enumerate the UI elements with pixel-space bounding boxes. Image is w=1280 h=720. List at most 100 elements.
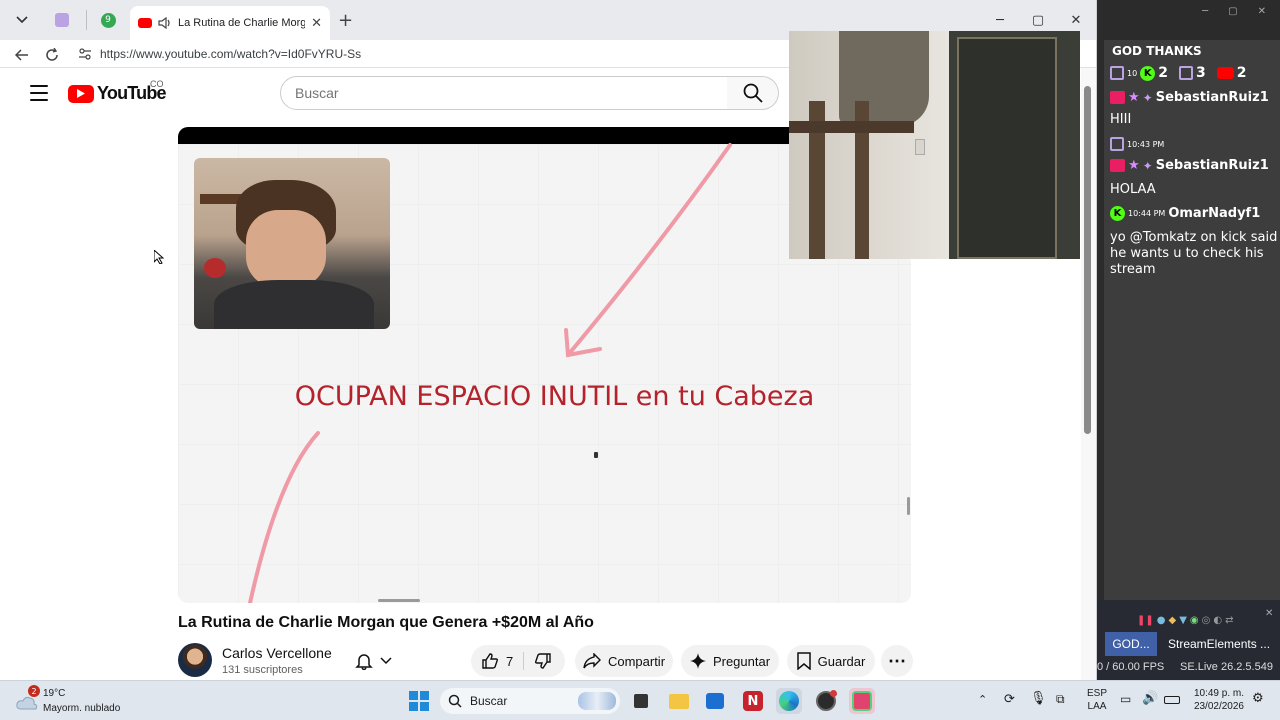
ask-button[interactable]: Preguntar bbox=[681, 645, 779, 677]
channel-name[interactable]: Carlos Vercellone bbox=[222, 645, 332, 661]
obs-source-tab[interactable]: StreamElements ... bbox=[1162, 632, 1280, 656]
facecam-video bbox=[194, 158, 390, 329]
streamelements-app[interactable] bbox=[849, 688, 875, 714]
sparkle-badge-icon: ✦ bbox=[1142, 90, 1153, 105]
reload-button[interactable] bbox=[41, 44, 63, 66]
language-top: ESP bbox=[1087, 688, 1108, 699]
video-scrubber[interactable] bbox=[378, 599, 420, 602]
app-red-n[interactable]: N bbox=[740, 688, 766, 714]
file-explorer-app[interactable] bbox=[666, 688, 692, 714]
twitch-icon bbox=[1110, 66, 1124, 80]
taskbar: 2 19°C Mayorm. nublado Buscar N ⌃ ⟳ 🎙 ⧉ … bbox=[0, 680, 1280, 720]
maximize-button[interactable]: ▢ bbox=[1020, 8, 1056, 32]
youtube-count: 2 bbox=[1236, 65, 1247, 81]
twitch-icon bbox=[1110, 137, 1124, 151]
twitch-count: 3 bbox=[1195, 65, 1206, 81]
save-button[interactable]: Guardar bbox=[787, 645, 875, 677]
search-highlight-icon bbox=[578, 692, 616, 710]
kick-count: 2 bbox=[1158, 65, 1168, 81]
star-badge-icon: ★ bbox=[1128, 90, 1140, 105]
edge-icon bbox=[779, 691, 799, 711]
speaker-icon[interactable] bbox=[158, 17, 172, 29]
app-icon bbox=[55, 13, 69, 27]
close-window-button[interactable]: ✕ bbox=[1058, 8, 1094, 32]
obs-close-button[interactable]: ✕ bbox=[1258, 6, 1266, 17]
thumbs-down-icon bbox=[535, 653, 551, 669]
toolbar-icon[interactable]: ◉ bbox=[1190, 615, 1199, 626]
obs-app[interactable] bbox=[813, 688, 839, 714]
back-button[interactable] bbox=[11, 44, 33, 66]
notifications-icon[interactable]: ⚙ bbox=[1252, 691, 1264, 706]
store-app[interactable] bbox=[702, 688, 728, 714]
obs-scene-tab[interactable]: GOD... bbox=[1105, 632, 1157, 656]
close-tab-icon[interactable]: ✕ bbox=[311, 16, 322, 31]
obs-maximize-button[interactable]: ▢ bbox=[1228, 6, 1237, 17]
task-view-app[interactable] bbox=[628, 688, 654, 714]
notifications-button[interactable] bbox=[346, 645, 400, 677]
taskbar-search-label: Buscar bbox=[470, 694, 508, 708]
platform-counts: 10 K 2 3 2 bbox=[1110, 65, 1246, 81]
face bbox=[246, 210, 326, 288]
video-side-handle[interactable] bbox=[907, 497, 910, 515]
search-input[interactable] bbox=[295, 85, 727, 101]
chevron-up-icon[interactable]: ⌃ bbox=[978, 693, 987, 706]
mouse-cursor bbox=[153, 248, 165, 268]
toolbar-icon[interactable]: ◆ bbox=[1169, 615, 1177, 626]
pinned-tab-2[interactable]: 9 bbox=[92, 8, 124, 32]
more-actions-icon[interactable]: ⋯ bbox=[881, 645, 913, 677]
toolbar-icon[interactable]: ● bbox=[1157, 615, 1166, 626]
like-button[interactable]: 7 bbox=[481, 652, 525, 670]
clock-time: 10:49 p. m. bbox=[1193, 688, 1244, 699]
display-icon[interactable]: ⧉ bbox=[1056, 692, 1065, 707]
toolbar-icon[interactable]: ▼ bbox=[1179, 615, 1187, 626]
chat-timestamp: 10:43 PM bbox=[1127, 139, 1165, 149]
streamelements-icon bbox=[852, 691, 872, 711]
red-app-icon: N bbox=[743, 691, 763, 711]
chevron-down-icon bbox=[16, 16, 28, 24]
minimize-button[interactable]: ─ bbox=[982, 8, 1018, 32]
taskbar-search[interactable]: Buscar bbox=[440, 688, 620, 714]
chevron-down-icon bbox=[379, 657, 392, 665]
search-button[interactable] bbox=[727, 76, 779, 110]
hanging-cloth bbox=[839, 31, 929, 126]
chat-message-header: ★ ✦ SebastianRuiz1 bbox=[1110, 90, 1269, 105]
door bbox=[957, 37, 1057, 259]
toolbar-icon[interactable]: ⇄ bbox=[1225, 615, 1233, 626]
sync-icon[interactable]: ⟳ bbox=[1004, 692, 1015, 707]
language-bottom: LAA bbox=[1087, 701, 1107, 712]
language-indicator[interactable]: ESP LAA bbox=[1087, 687, 1107, 713]
notification-badge: 2 bbox=[28, 685, 40, 697]
obs-minimize-button[interactable]: ─ bbox=[1202, 6, 1208, 17]
battery-icon[interactable] bbox=[1164, 696, 1180, 704]
weather-widget[interactable]: 2 19°C Mayorm. nublado bbox=[12, 683, 132, 719]
search-icon bbox=[743, 83, 763, 103]
tab-youtube[interactable]: La Rutina de Charlie Morgan que Genera +… bbox=[130, 6, 330, 40]
url-field[interactable]: https://www.youtube.com/watch?v=Id0FvYRU… bbox=[72, 42, 792, 66]
network-icon[interactable]: ▭ bbox=[1120, 692, 1131, 706]
clock[interactable]: 10:49 p. m. 23/02/2026 bbox=[1190, 687, 1244, 713]
new-tab-button[interactable]: + bbox=[338, 10, 353, 31]
dislike-button[interactable] bbox=[524, 652, 552, 670]
share-icon bbox=[583, 653, 601, 669]
share-button[interactable]: Compartir bbox=[575, 645, 673, 677]
scrollbar-thumb[interactable] bbox=[1084, 86, 1091, 434]
close-panel-icon[interactable]: ✕ bbox=[1265, 608, 1273, 619]
chat-overlay: GOD THANKS 10 K 2 3 2 ★ ✦ SebastianRuiz1… bbox=[1104, 40, 1280, 600]
microphone-icon[interactable]: 🎙 bbox=[1030, 691, 1047, 706]
red-object bbox=[204, 258, 226, 278]
volume-icon[interactable]: 🔊 bbox=[1142, 691, 1158, 706]
pause-icon[interactable]: ❚❚ bbox=[1137, 615, 1154, 626]
start-button[interactable] bbox=[406, 688, 432, 714]
edge-app[interactable] bbox=[776, 688, 802, 714]
toolbar-icon[interactable]: ◎ bbox=[1202, 615, 1211, 626]
channel-avatar[interactable] bbox=[178, 643, 212, 677]
toolbar-icon[interactable]: ◐ bbox=[1213, 615, 1222, 626]
site-info-icon[interactable] bbox=[78, 47, 92, 61]
bookmark-icon bbox=[796, 652, 811, 670]
youtube-play-icon bbox=[68, 84, 94, 103]
tab-list-button[interactable] bbox=[6, 8, 38, 32]
hamburger-menu-icon[interactable] bbox=[30, 85, 48, 101]
url-text: https://www.youtube.com/watch?v=Id0FvYRU… bbox=[100, 47, 362, 61]
channel-row: Carlos Vercellone 131 suscriptores 7 Com… bbox=[178, 642, 918, 680]
pinned-tab-1[interactable] bbox=[46, 8, 78, 32]
